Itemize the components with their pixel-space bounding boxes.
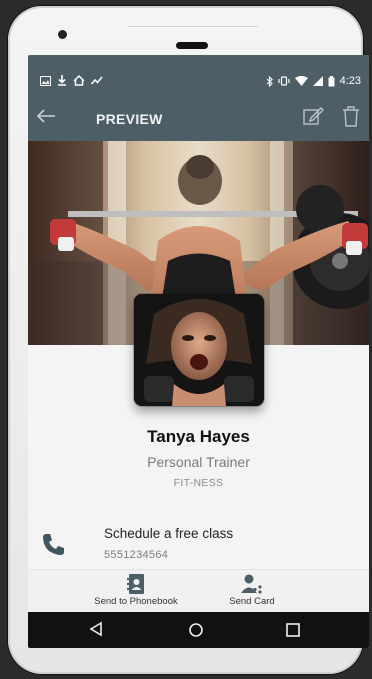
contact-row-phone: 5551234564 <box>104 549 169 561</box>
status-bar: 4:23 <box>28 55 369 95</box>
image-icon <box>40 75 51 86</box>
phone-top-edge <box>128 26 258 27</box>
nav-back-icon[interactable] <box>88 621 104 637</box>
nav-recent-icon[interactable] <box>286 623 300 637</box>
send-to-phonebook-label: Send to Phonebook <box>94 596 178 607</box>
arrow-left-icon <box>36 109 55 123</box>
phone-icon <box>43 534 64 555</box>
edit-button[interactable] <box>302 105 324 127</box>
wifi-icon <box>294 76 308 86</box>
app-bar: PREVIEW <box>28 95 369 141</box>
profile-company: FIT-NESS <box>173 477 224 489</box>
send-card-button[interactable]: Send Card <box>214 574 290 607</box>
page-title: PREVIEW <box>96 111 163 127</box>
status-left-icons <box>40 75 103 86</box>
screen: 4:23 PREVIEW Tanya Hayes Personal Traine… <box>28 55 369 648</box>
profile-avatar[interactable] <box>134 294 264 406</box>
send-to-phonebook-button[interactable]: Send to Phonebook <box>90 574 182 607</box>
edit-icon <box>303 107 324 125</box>
contact-row[interactable]: Schedule a free class 5551234564 <box>28 517 369 569</box>
trash-icon <box>343 106 359 127</box>
signal-icon <box>312 76 323 86</box>
phone-frame: 4:23 PREVIEW Tanya Hayes Personal Traine… <box>8 6 369 674</box>
share-contact-icon <box>241 574 262 594</box>
home-icon <box>73 75 85 86</box>
download-icon <box>58 75 66 86</box>
status-time: 4:23 <box>339 75 361 87</box>
status-right-icons: 4:23 <box>266 75 361 87</box>
profile-role: Personal Trainer <box>147 454 250 470</box>
phonebook-icon <box>127 574 144 594</box>
earpiece-speaker <box>176 42 208 49</box>
battery-icon <box>328 75 335 86</box>
delete-button[interactable] <box>340 105 362 127</box>
nav-home-icon[interactable] <box>188 622 204 638</box>
send-card-label: Send Card <box>229 596 275 607</box>
bluetooth-icon <box>266 75 273 87</box>
profile-name: Tanya Hayes <box>147 427 250 446</box>
action-bar: Send to Phonebook Send Card <box>28 569 369 612</box>
activity-icon <box>91 76 103 84</box>
system-nav-bar <box>28 612 369 648</box>
vibrate-icon <box>277 76 290 86</box>
back-button[interactable] <box>36 107 56 127</box>
front-camera <box>58 30 67 39</box>
avatar-photo <box>134 294 264 406</box>
contact-row-title: Schedule a free class <box>104 526 234 541</box>
